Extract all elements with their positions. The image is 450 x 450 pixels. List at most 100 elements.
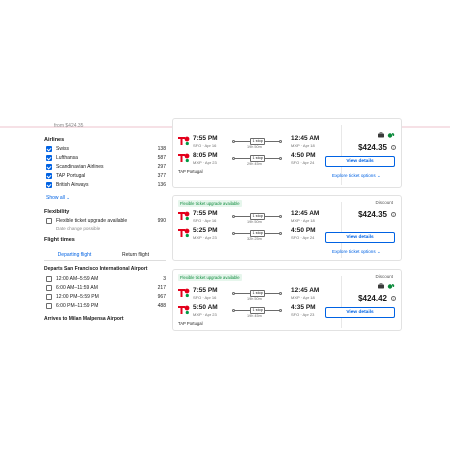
return-leg: 5:25 PM MXP · Apr 23 1 stop 32h 25m 4:50… xyxy=(178,227,338,243)
view-details-button[interactable]: View details xyxy=(325,156,395,167)
airline-filter-tap[interactable]: TAP Portugal 377 xyxy=(46,172,166,180)
discount-label: Discount xyxy=(375,274,393,279)
departs-title: Departs San Francisco International Airp… xyxy=(44,266,148,272)
route-line: 1 stop 19h 50m xyxy=(232,213,282,225)
flex-note: Date change possible xyxy=(56,226,101,231)
departure-time: 5:50 AM xyxy=(193,304,218,311)
tabs-divider xyxy=(44,260,166,261)
route-line: 1 stop 19h 45m xyxy=(232,307,282,319)
tap-logo-icon xyxy=(178,136,190,146)
tap-logo-icon xyxy=(178,305,190,315)
chevron-down-icon: ⌄ xyxy=(376,249,381,254)
from-price-text: from $424.35 xyxy=(54,123,84,129)
departs-slot-3[interactable]: 12:00 PM–5:59 PM 967 xyxy=(46,293,166,301)
arrival-time: 12:45 AM xyxy=(291,210,320,217)
flex-ticket-filter[interactable]: Flexible ticket upgrade available 990 xyxy=(46,217,166,225)
outbound-leg: 7:55 PM SFO · Apr 16 1 stop 19h 50m 12:4… xyxy=(178,135,338,151)
amenity-icons xyxy=(377,132,395,138)
checkbox-checked[interactable] xyxy=(46,182,52,188)
slot-count: 3 xyxy=(163,276,166,282)
arrival-airport: MXP · Apr 18 xyxy=(291,218,315,223)
departure-airport: SFO · Apr 16 xyxy=(193,143,217,148)
slot-count: 967 xyxy=(157,294,166,300)
airline-filter-british-airways[interactable]: British Airways 136 xyxy=(46,181,166,189)
price: $424.35 xyxy=(358,143,387,152)
seat-leaf-icon xyxy=(387,284,395,289)
show-all-label: Show all xyxy=(46,195,65,201)
info-icon[interactable]: i xyxy=(391,212,396,217)
result-card[interactable]: 7:55 PM SFO · Apr 16 1 stop 19h 50m 12:4… xyxy=(172,118,402,188)
airline-count: 377 xyxy=(157,173,166,179)
flex-count: 990 xyxy=(157,218,166,224)
view-details-button[interactable]: View details xyxy=(325,307,395,318)
tap-logo-icon xyxy=(178,288,190,298)
duration: 19h 50m xyxy=(247,219,262,224)
show-all-airlines-link[interactable]: Show all ⌄ xyxy=(46,195,70,201)
checkbox-unchecked[interactable] xyxy=(46,218,52,224)
info-icon[interactable]: i xyxy=(391,145,396,150)
flexibility-title: Flexibility xyxy=(44,209,70,215)
arrival-time: 12:45 AM xyxy=(291,287,320,294)
arrival-time: 12:45 AM xyxy=(291,135,320,142)
departure-airport: MXP · Apr 23 xyxy=(193,312,217,317)
slot-label: 6:00 PM–11:59 PM xyxy=(56,303,99,309)
checkbox-checked[interactable] xyxy=(46,164,52,170)
result-card[interactable]: Flexible ticket upgrade available Discou… xyxy=(172,195,402,261)
carrier-name: TAP Portugal xyxy=(178,169,203,174)
explore-label: Explore ticket options xyxy=(332,249,376,254)
arrival-airport: SFO · Apr 24 xyxy=(291,160,315,165)
slot-label: 12:00 AM–5:59 AM xyxy=(56,276,99,282)
route-line: 1 stop 19h 50m xyxy=(232,138,282,150)
arrival-airport: SFO · Apr 24 xyxy=(291,235,315,240)
chevron-down-icon: ⌄ xyxy=(376,173,381,178)
airline-filter-sas[interactable]: Scandinavian Airlines 297 xyxy=(46,163,166,171)
departs-slot-4[interactable]: 6:00 PM–11:59 PM 488 xyxy=(46,302,166,310)
duration: 32h 25m xyxy=(247,236,262,241)
departure-airport: SFO · Apr 16 xyxy=(193,218,217,223)
carrier-name: TAP Portugal xyxy=(178,321,203,326)
route-line: 1 stop 29h 45m xyxy=(232,155,282,167)
departs-slot-1[interactable]: 12:00 AM–5:59 AM 3 xyxy=(46,275,166,283)
price: $424.42 xyxy=(358,294,387,303)
flex-upgrade-badge: Flexible ticket upgrade available xyxy=(178,200,242,207)
view-details-button[interactable]: View details xyxy=(325,232,395,243)
result-card[interactable]: Flexible ticket upgrade available Discou… xyxy=(172,269,402,331)
flight-times-title: Flight times xyxy=(44,237,75,243)
checkbox-unchecked[interactable] xyxy=(46,285,52,291)
departure-time: 7:55 PM xyxy=(193,287,218,294)
checkbox-unchecked[interactable] xyxy=(46,294,52,300)
explore-ticket-options-link[interactable]: Explore ticket options ⌄ xyxy=(332,249,381,255)
slot-count: 488 xyxy=(157,303,166,309)
checkbox-unchecked[interactable] xyxy=(46,303,52,309)
tap-logo-icon xyxy=(178,211,190,221)
explore-label: Explore ticket options xyxy=(332,173,376,178)
airline-filter-lufthansa[interactable]: Lufthansa 587 xyxy=(46,154,166,162)
airline-label: British Airways xyxy=(56,182,89,188)
seat-leaf-icon xyxy=(387,133,395,138)
top-blank-area xyxy=(0,0,450,127)
arrival-time: 4:50 PM xyxy=(291,227,316,234)
checkbox-checked[interactable] xyxy=(46,173,52,179)
airline-count: 587 xyxy=(157,155,166,161)
arrival-airport: SFO · Apr 23 xyxy=(291,312,315,317)
arrival-time: 4:35 PM xyxy=(291,304,316,311)
duration: 19h 50m xyxy=(247,296,262,301)
explore-ticket-options-link[interactable]: Explore ticket options ⌄ xyxy=(332,173,381,179)
price: $424.35 xyxy=(358,210,387,219)
airline-filter-swiss[interactable]: Swiss 138 xyxy=(46,145,166,153)
departure-airport: SFO · Apr 16 xyxy=(193,295,217,300)
departure-airport: MXP · Apr 23 xyxy=(193,235,217,240)
arrives-title: Arrives to Milan Malpensa Airport xyxy=(44,316,124,322)
amenity-icons xyxy=(377,283,395,289)
return-leg: 8:05 PM MXP · Apr 23 1 stop 29h 45m 4:50… xyxy=(178,152,338,168)
info-icon[interactable]: i xyxy=(391,296,396,301)
checkbox-unchecked[interactable] xyxy=(46,276,52,282)
slot-label: 6:00 AM–11:59 AM xyxy=(56,285,98,291)
airline-label: Scandinavian Airlines xyxy=(56,164,104,170)
arrival-airport: MXP · Apr 18 xyxy=(291,295,315,300)
checkbox-checked[interactable] xyxy=(46,155,52,161)
duration: 29h 45m xyxy=(247,161,262,166)
departs-slot-2[interactable]: 6:00 AM–11:59 AM 217 xyxy=(46,284,166,292)
checkbox-checked[interactable] xyxy=(46,146,52,152)
chevron-down-icon: ⌄ xyxy=(66,195,71,200)
